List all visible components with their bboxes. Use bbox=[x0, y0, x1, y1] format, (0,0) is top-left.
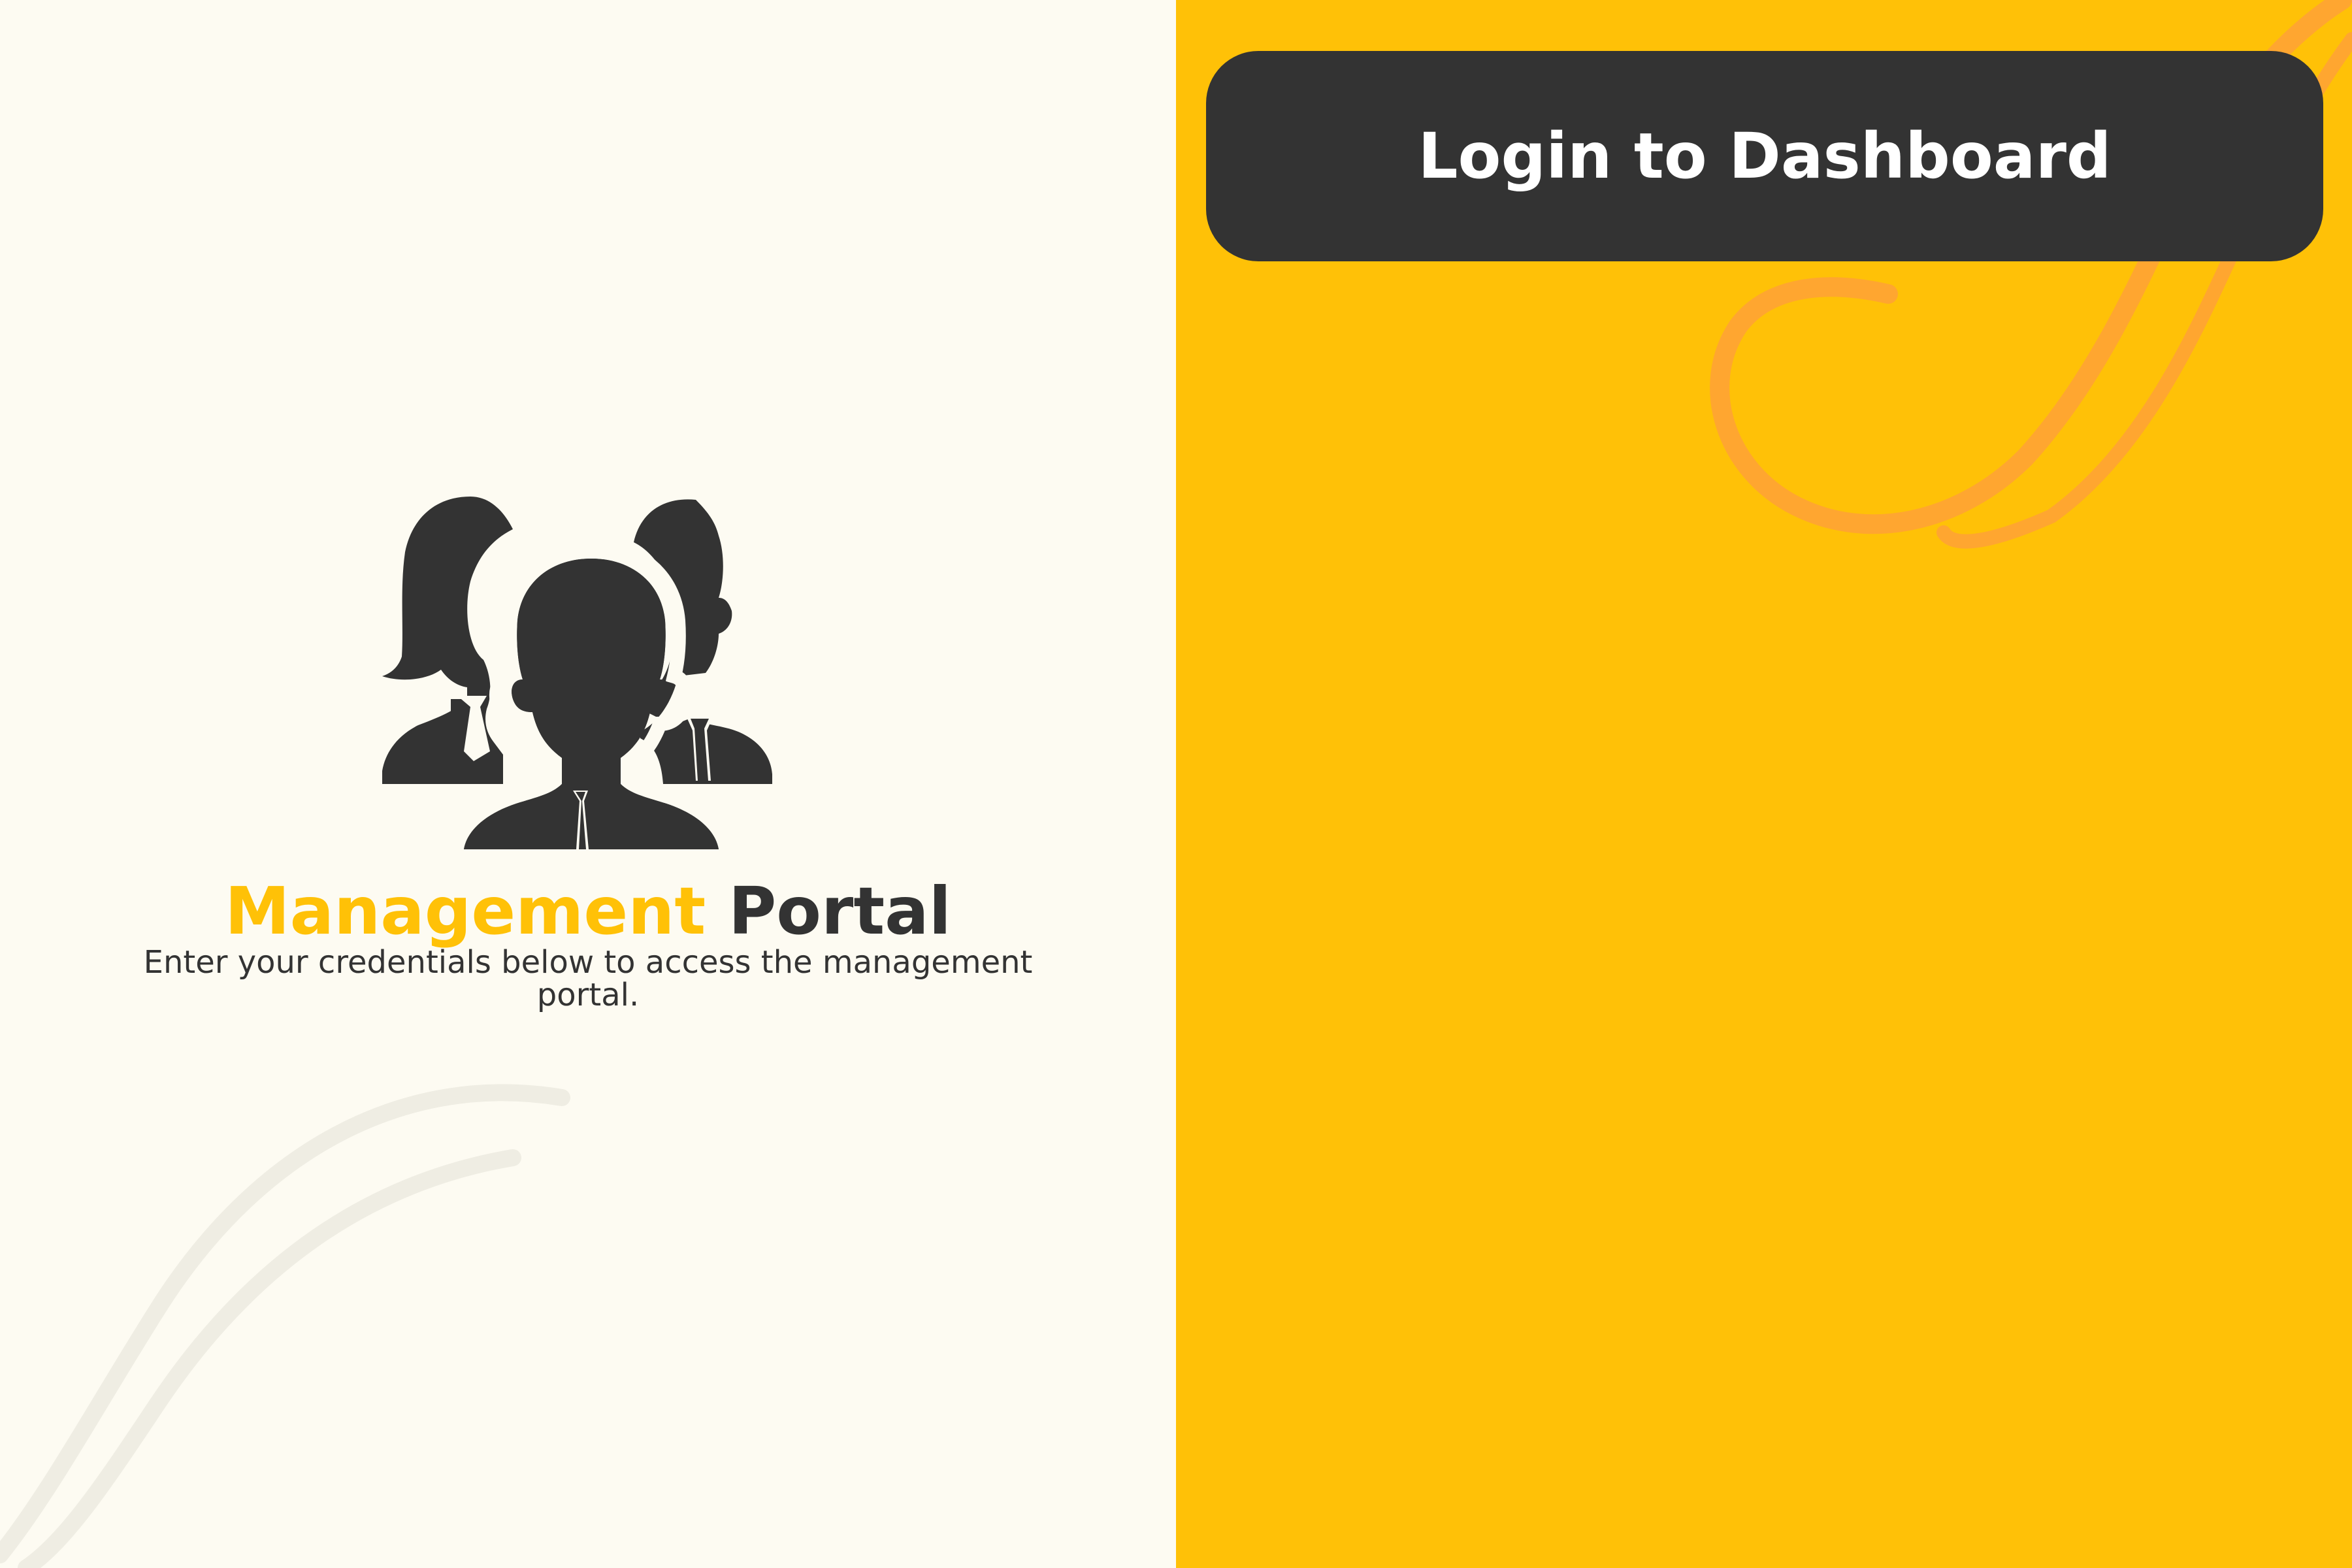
login-to-dashboard-button[interactable]: Login to Dashboard bbox=[1206, 51, 2323, 261]
page-title: Management Portal bbox=[0, 869, 1176, 954]
team-people-icon bbox=[382, 497, 772, 849]
login-page: Management Portal Enter your credentials… bbox=[0, 0, 2352, 1568]
page-title-rest: Portal bbox=[728, 873, 951, 949]
left-panel: Management Portal Enter your credentials… bbox=[0, 0, 1176, 1568]
page-title-accent: Management bbox=[225, 873, 706, 949]
page-subtitle: Enter your credentials below to access t… bbox=[143, 944, 1033, 1013]
